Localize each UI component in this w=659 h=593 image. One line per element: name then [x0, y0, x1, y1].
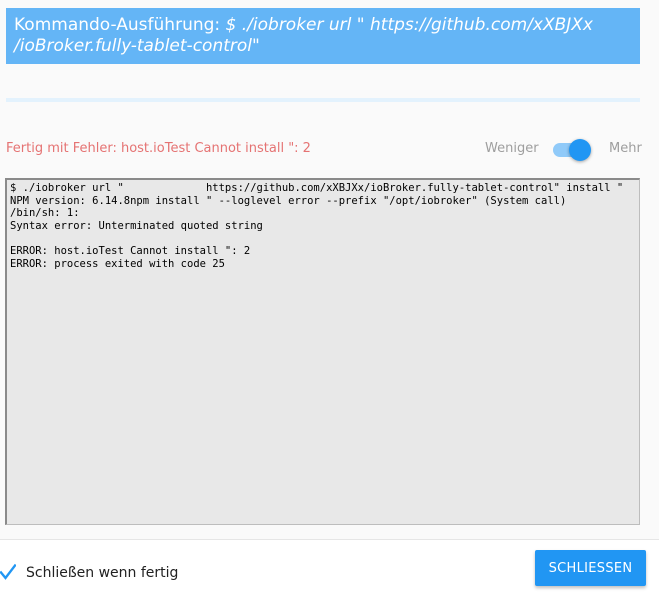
log-line: /bin/sh: 1:	[10, 207, 80, 220]
log-line: ERROR: process exited with code 25	[10, 257, 225, 270]
footer-divider	[0, 539, 659, 540]
progress-bar	[6, 98, 640, 102]
log-line: ERROR: host.ioTest Cannot install ": 2	[10, 244, 251, 257]
log-output[interactable]: $ ./iobroker url " https://github.com/xX…	[5, 178, 640, 525]
toggle-label-less: Weniger	[485, 141, 539, 156]
toggle-label-more: Mehr	[609, 141, 642, 156]
dialog-title: Kommando-Ausführung: $ ./iobroker url " …	[6, 8, 640, 64]
log-line: $ ./iobroker url " https://github.com/xX…	[10, 182, 624, 194]
title-prefix: Kommando-Ausführung:	[14, 15, 226, 35]
verbosity-toggle-thumb[interactable]	[569, 139, 591, 161]
log-line: Syntax error: Unterminated quoted string	[10, 219, 263, 232]
checkmark-icon	[0, 563, 17, 580]
close-when-done-label: Schließen wenn fertig	[26, 565, 179, 581]
log-line: NPM version: 6.14.8npm install " --logle…	[10, 194, 567, 207]
status-message: Fertig mit Fehler: host.ioTest Cannot in…	[6, 141, 311, 156]
close-button[interactable]: SCHLIESSEN	[535, 550, 646, 586]
close-when-done-checkbox[interactable]	[0, 563, 17, 581]
